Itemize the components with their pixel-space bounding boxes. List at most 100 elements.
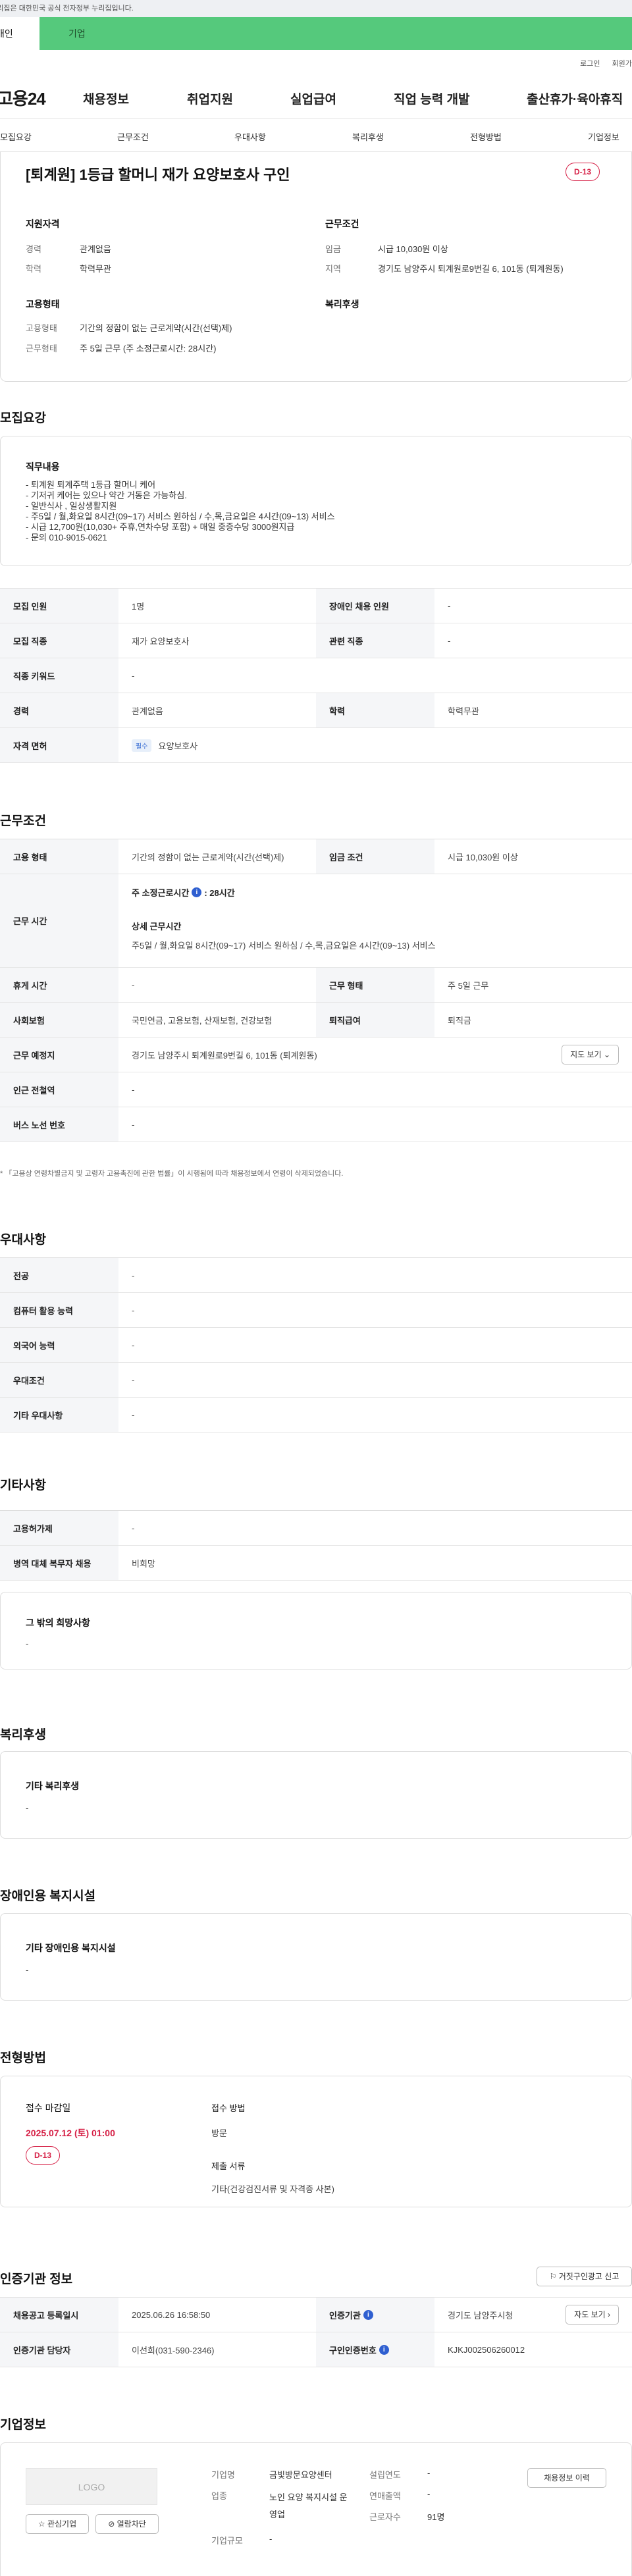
other-pref-value: -: [132, 1409, 135, 1420]
manager-value: 이선희(031-590-2346): [132, 2345, 215, 2355]
table-row: 버스 노선 번호 -: [0, 1107, 632, 1142]
block-view-button[interactable]: ⊘ 열람차단: [95, 2514, 159, 2534]
table-row: 직종 키워드 -: [0, 658, 632, 693]
license-label: 자격 면허: [0, 728, 118, 762]
gnb-item-jobs[interactable]: 채용정보: [83, 90, 129, 107]
info-icon[interactable]: i: [192, 887, 202, 897]
gnb-item-unemployment-benefit[interactable]: 실업급여: [290, 90, 336, 107]
chevron-right-icon: ›: [608, 2310, 610, 2319]
wage-value: 시급 10,030원 이상: [378, 244, 448, 254]
gnb-item-employment-support[interactable]: 취업지원: [187, 90, 233, 107]
sales-label: 연매출액: [369, 2491, 401, 2501]
login-link[interactable]: 로그인: [580, 58, 600, 68]
method-value: 방문: [211, 2128, 227, 2138]
employment-title: 고용형태: [26, 299, 60, 309]
info-icon[interactable]: i: [363, 2309, 373, 2320]
preference-section-title: 우대사항: [0, 1233, 46, 1247]
table-row: 우대조건 -: [0, 1363, 632, 1398]
duty-text: - 퇴계원 퇴계주택 1등급 할머니 케어 - 기저귀 케어는 있으나 약간 거…: [26, 480, 335, 542]
table-row: 경력 관계없음 학력 학력무관: [0, 693, 632, 728]
site-logo[interactable]: 고용24: [0, 86, 46, 110]
gov-banner: 이 누리집은 대한민국 공식 전자정부 누리집입니다.: [0, 0, 632, 17]
recruit-table: 모집 인원 1명 장애인 채용 인원 - 모집 직종 재가 요양보호사 관련 직…: [0, 588, 632, 763]
bus-value: -: [132, 1119, 135, 1130]
info-icon[interactable]: i: [379, 2344, 389, 2355]
disabled-value: -: [448, 600, 451, 611]
table-row: 사회보험 국민연금, 고용보험, 산재보험, 건강보험 퇴직급여 퇴직금: [0, 1003, 632, 1038]
related-label: 관련 직종: [316, 623, 434, 658]
block-icon: ⊘: [108, 2519, 115, 2529]
license-value: 요양보호사: [158, 741, 198, 751]
subnav-company[interactable]: 기업정보: [588, 130, 619, 143]
work-type-value: 주 5일 근무 (주 소정근로시간: 28시간): [80, 344, 217, 354]
company-name-value: 금빛방문요양센터: [269, 2470, 332, 2480]
subnav-selection[interactable]: 전형방법: [470, 130, 502, 143]
map-button[interactable]: 지도 보기 ⌄: [562, 1045, 619, 1065]
other-wish-title: 그 밖의 희망사항: [26, 1617, 90, 1628]
gnb-item-skill-development[interactable]: 직업 능력 개발: [394, 90, 469, 107]
work-section-title: 근무조건: [0, 814, 46, 828]
docs-value: 기타(건강검진서류 및 자격증 사본): [211, 2184, 334, 2194]
org-detail-button[interactable]: 자도 보기 ›: [566, 2305, 619, 2325]
hours-label: 근무 시간: [0, 874, 118, 967]
region-value: 경기도 남양주시 퇴계원로9번길 6, 101동 (퇴계원동): [378, 264, 564, 274]
gnb-item-parental-leave[interactable]: 출산휴가·육아휴직: [527, 90, 623, 107]
employees-value: 91명: [427, 2512, 445, 2522]
education-label: 학력: [26, 264, 41, 274]
subnav-welfare[interactable]: 복리후생: [352, 130, 384, 143]
emp-type-label: 고용형태: [26, 323, 57, 333]
table-row: 휴게 시간 - 근무 형태 주 5일 근무: [0, 968, 632, 1003]
table-row: 근무 예정지 경기도 남양주시 퇴계원로9번길 6, 101동 (퇴계원동) 지…: [0, 1038, 632, 1072]
section-subnav: 모집요강 근무조건 우대사항 복리후생 전형방법 기업정보: [0, 119, 632, 152]
table-row: 모집 직종 재가 요양보호사 관련 직종 -: [0, 623, 632, 658]
cert-no-label: 구인인증번호: [329, 2345, 377, 2355]
selection-box: 접수 마감일 2025.07.12 (토) 01:00 D-13 접수 방법 방…: [0, 2076, 632, 2207]
other-wish-box: 그 밖의 희망사항 -: [0, 1592, 632, 1669]
job-label: 모집 직종: [0, 623, 118, 658]
keyword-label: 직종 키워드: [0, 658, 118, 693]
table-row: 근무 시간 주 소정근로시간 i : 28시간 상세 근무시간 주5일 / 월,…: [0, 874, 632, 968]
military-label: 병역 대체 복무자 채용: [0, 1546, 118, 1580]
permit-value: -: [132, 1523, 135, 1533]
hiring-history-button[interactable]: 채용정보 이력: [527, 2468, 606, 2488]
facility-section-title: 장애인용 복지시설: [0, 1889, 96, 1903]
subnav-preference[interactable]: 우대사항: [234, 130, 266, 143]
duty-title: 직무내용: [26, 461, 60, 472]
place-value: 경기도 남양주시 퇴계원로9번길 6, 101동 (퇴계원동): [132, 1050, 317, 1061]
headcount-value: 1명: [132, 601, 145, 612]
subnav-recruit[interactable]: 모집요강: [0, 130, 32, 143]
disabled-label: 장애인 채용 인원: [316, 589, 434, 623]
work-table: 고용 형태 기간의 정함이 없는 근로계약(시간(선택)제) 임금 조건 시급 …: [0, 839, 632, 1142]
favorite-company-button[interactable]: ☆ 관심기업: [26, 2514, 89, 2534]
signup-link[interactable]: 회원가입: [612, 58, 632, 68]
education-value: 학력무관: [80, 264, 111, 274]
work-type-label: 근무형태: [26, 344, 57, 354]
table-row: 전공 -: [0, 1258, 632, 1293]
report-fake-ad-button[interactable]: ⚐ 거짓구인광고 신고: [537, 2267, 632, 2286]
table-row: 인증기관 담당자 이선희(031-590-2346) 구인인증번호 i KJKJ0…: [0, 2332, 632, 2367]
emp-type-value: 기간의 정함이 없는 근로계약(시간(선택)제): [80, 323, 232, 333]
cert-table: 채용공고 등록일시 2025.06.26 16:58:50 인증기관 i 경기도 …: [0, 2297, 632, 2367]
etc-section-title: 기타사항: [0, 1479, 46, 1492]
subnav-work[interactable]: 근무조건: [117, 130, 149, 143]
work-form-label: 근무 형태: [316, 968, 434, 1002]
welfare-box-value: -: [26, 1803, 29, 1813]
report-icon: ⚐: [549, 2272, 557, 2281]
cert-section-title: 인증기관 정보: [0, 2273, 73, 2286]
selection-section-title: 전형방법: [0, 2051, 46, 2065]
star-icon: ☆: [38, 2519, 45, 2529]
welfare-box-title: 기타 복리후생: [26, 1781, 80, 1791]
insurance-label: 사회보험: [0, 1003, 118, 1037]
facility-box-title: 기타 장애인용 복지시설: [26, 1943, 116, 1953]
job-title: [퇴계원] 1등급 할머니 재가 요양보호사 구인: [26, 167, 290, 183]
keyword-value: -: [132, 670, 135, 681]
license-cell: 필수 요양보호사: [118, 728, 632, 762]
etc-table: 고용허가제 - 병역 대체 복무자 채용 비희망: [0, 1510, 632, 1581]
reg-date-label: 채용공고 등록일시: [0, 2298, 118, 2332]
tab-company[interactable]: 기업: [40, 17, 632, 50]
hours-cell: 주 소정근로시간 i : 28시간 상세 근무시간 주5일 / 월,화요일 8시…: [118, 874, 632, 967]
global-nav: 고용24 채용정보 취업지원 실업급여 직업 능력 개발 출산휴가·육아휴직: [0, 76, 632, 119]
scale-label: 기업규모: [211, 2536, 243, 2546]
tab-personal[interactable]: 개인: [0, 17, 40, 50]
welfare-section-title: 복리후생: [0, 1728, 46, 1742]
